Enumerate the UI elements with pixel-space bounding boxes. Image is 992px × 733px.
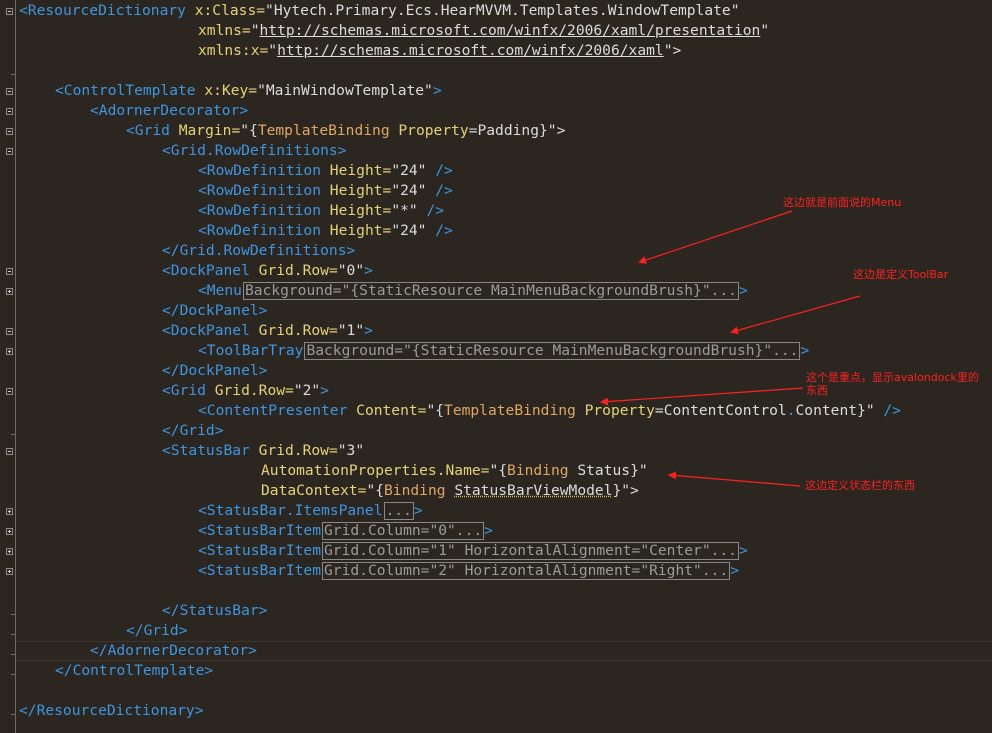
annotation-arrows (600, 210, 861, 487)
arrow-to-menu (638, 210, 793, 264)
arrow-to-toolbar (730, 295, 861, 335)
arrow-to-statusbar (668, 471, 801, 487)
arrow-to-content (600, 387, 804, 406)
xaml-code-editor[interactable]: <ResourceDictionary x:Class="Hytech.Prim… (0, 0, 992, 733)
